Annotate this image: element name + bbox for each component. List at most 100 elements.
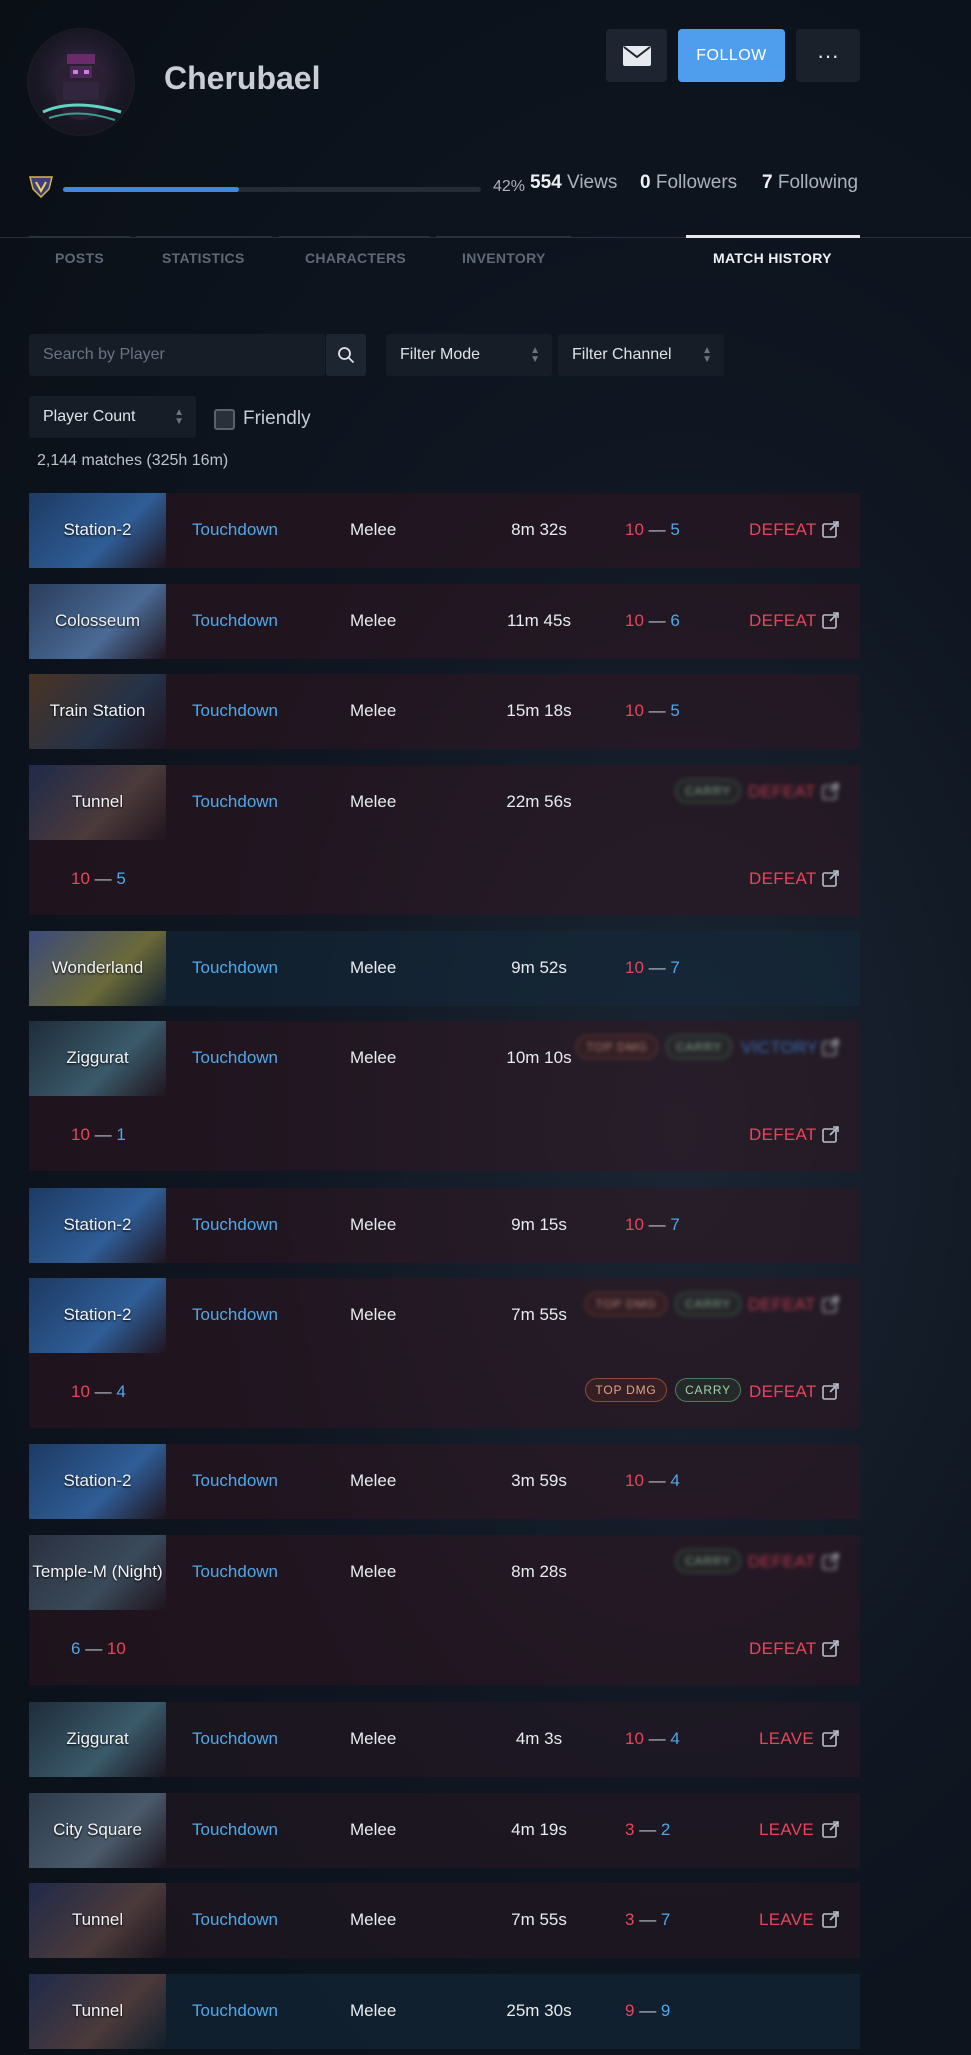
match-row[interactable]: Ziggurat Touchdown Melee 4m 3s 10 — 4 LEAVE: [29, 1702, 860, 1777]
external-link-icon[interactable]: [822, 520, 840, 538]
external-link-icon[interactable]: [822, 611, 840, 629]
views-count: 554: [530, 172, 562, 193]
match-row[interactable]: City Square Touchdown Melee 4m 19s 3 — 2 LEAV…: [29, 1793, 860, 1868]
match-category: Melee: [350, 1215, 397, 1234]
map-name: Tunnel: [71, 2001, 124, 2020]
score-separator: —: [643, 701, 671, 720]
filter-mode-select[interactable]: Filter Mode ▲ ▼: [386, 334, 552, 376]
following-count: 7: [762, 172, 773, 193]
xp-percent: 42%: [493, 178, 526, 195]
following-stat[interactable]: 7 Following: [762, 172, 858, 194]
match-category: Melee: [350, 1910, 397, 1929]
match-score: 9 — 9: [625, 2001, 670, 2021]
game-mode: Touchdown: [192, 1729, 279, 1748]
score-team-a: 10: [71, 1382, 90, 1401]
external-link-icon[interactable]: [822, 1038, 840, 1056]
follow-button[interactable]: FOLLOW: [678, 29, 785, 82]
score-team-a: 10: [625, 1215, 644, 1234]
score-separator: —: [89, 1125, 117, 1144]
ghost-result-label: DEFEAT: [748, 1552, 816, 1571]
match-row[interactable]: Tunnel Touchdown Melee 22m 56s CARRY DEFEAT 10…: [29, 765, 860, 915]
match-duration: 9m 15s: [511, 1215, 567, 1234]
tab-inventory[interactable]: INVENTORY: [462, 250, 546, 266]
tab-match-history[interactable]: MATCH HISTORY: [713, 250, 832, 266]
match-row[interactable]: Station-2 Touchdown Melee 7m 55s CARRY TOP DM…: [29, 1278, 860, 1428]
score-separator: —: [643, 1729, 671, 1748]
match-score: 10 — 7: [625, 1215, 680, 1235]
friendly-label: Friendly: [243, 408, 311, 429]
top-damage-badge: TOP DMG: [585, 1378, 667, 1402]
result-label: DEFEAT: [749, 1639, 817, 1658]
match-duration: 7m 55s: [511, 1305, 567, 1324]
match-row[interactable]: Colosseum Touchdown Melee 11m 45s 10 — 6 DEFE…: [29, 584, 860, 659]
score-team-b: 4: [670, 1471, 680, 1490]
external-link-icon[interactable]: [822, 869, 840, 887]
match-category: Melee: [350, 1729, 397, 1748]
match-duration: 8m 32s: [511, 520, 567, 539]
tab-indicator-posts: [29, 236, 130, 238]
match-duration: 11m 45s: [507, 611, 571, 630]
search-button[interactable]: [326, 334, 366, 376]
match-row[interactable]: Ziggurat Touchdown Melee 10m 10s CARRY TOP DM…: [29, 1021, 860, 1171]
checkbox-box[interactable]: [214, 408, 235, 430]
top-damage-badge: TOP DMG: [576, 1035, 658, 1059]
score-separator: —: [634, 2001, 661, 2020]
filter-mode-label: Filter Mode: [400, 346, 481, 363]
filter-channel-label: Filter Channel: [572, 346, 672, 363]
tab-characters[interactable]: CHARACTERS: [305, 250, 406, 266]
match-row[interactable]: Station-2 Touchdown Melee 8m 32s 10 — 5 DEFEA…: [29, 493, 860, 568]
match-row[interactable]: Station-2 Touchdown Melee 3m 59s 10 — 4: [29, 1444, 860, 1519]
more-options-button[interactable]: ···: [796, 29, 860, 82]
ghost-result-label: DEFEAT: [748, 782, 816, 801]
match-score: 10 — 4: [71, 1382, 126, 1402]
game-mode: Touchdown: [192, 1820, 279, 1839]
search-icon: [338, 347, 355, 364]
match-row[interactable]: Tunnel Touchdown Melee 7m 55s 3 — 7 LEAVE: [29, 1883, 860, 1958]
external-link-icon[interactable]: [822, 1910, 840, 1928]
score-team-a: 10: [625, 958, 644, 977]
tab-indicator-statistics: [136, 236, 272, 238]
filter-channel-select[interactable]: Filter Channel ▲ ▼: [558, 334, 724, 376]
score-team-b: 7: [660, 1910, 671, 1929]
match-row[interactable]: Tunnel Touchdown Melee 25m 30s 9 — 9: [29, 1974, 860, 2049]
search-input[interactable]: Search by Player: [29, 334, 325, 376]
carry-badge: CARRY: [675, 1378, 741, 1402]
score-team-a: 10: [71, 1125, 90, 1144]
followers-stat[interactable]: 0 Followers: [640, 172, 737, 194]
external-link-icon[interactable]: [822, 782, 840, 800]
map-name: Station-2: [63, 520, 132, 539]
sort-caret-icon: ▲ ▼: [702, 345, 712, 365]
match-row[interactable]: Temple-M (Night) Touchdown Melee 8m 28s CARR…: [29, 1535, 860, 1685]
match-score: 10 — 1: [71, 1125, 126, 1145]
external-link-icon[interactable]: [822, 1820, 840, 1838]
score-team-b: 10: [106, 1639, 126, 1658]
score-team-b: 5: [116, 869, 126, 888]
external-link-icon[interactable]: [822, 1125, 840, 1143]
match-row[interactable]: Station-2 Touchdown Melee 9m 15s 10 — 7: [29, 1188, 860, 1263]
message-button[interactable]: [606, 29, 667, 82]
match-duration: 15m 18s: [506, 701, 572, 720]
external-link-icon[interactable]: [822, 1295, 840, 1313]
score-team-b: 7: [670, 958, 680, 977]
views-stat: 554 Views: [530, 172, 617, 194]
map-name: Station-2: [63, 1215, 132, 1234]
xp-progress-fill: [63, 187, 239, 192]
map-name: City Square: [53, 1820, 142, 1839]
match-row[interactable]: Train Station Touchdown Melee 15m 18s 10 — 5: [29, 674, 860, 749]
tab-statistics[interactable]: STATISTICS: [162, 250, 245, 266]
match-score: 10 — 5: [71, 869, 126, 889]
score-team-b: 4: [670, 1729, 680, 1748]
tab-posts[interactable]: POSTS: [55, 250, 104, 266]
game-mode: Touchdown: [192, 792, 279, 811]
external-link-icon[interactable]: [822, 1729, 840, 1747]
external-link-icon[interactable]: [822, 1382, 840, 1400]
avatar: [29, 30, 133, 134]
player-count-select[interactable]: Player Count ▲ ▼: [29, 396, 196, 438]
external-link-icon[interactable]: [822, 1639, 840, 1657]
ghost-result-label: VICTORY: [741, 1038, 819, 1057]
friendly-checkbox[interactable]: Friendly: [214, 408, 311, 430]
map-name: Train Station: [49, 701, 146, 720]
score-team-a: 10: [625, 520, 644, 539]
external-link-icon[interactable]: [822, 1552, 840, 1570]
match-row[interactable]: Wonderland Touchdown Melee 9m 52s 10 — 7: [29, 931, 860, 1006]
